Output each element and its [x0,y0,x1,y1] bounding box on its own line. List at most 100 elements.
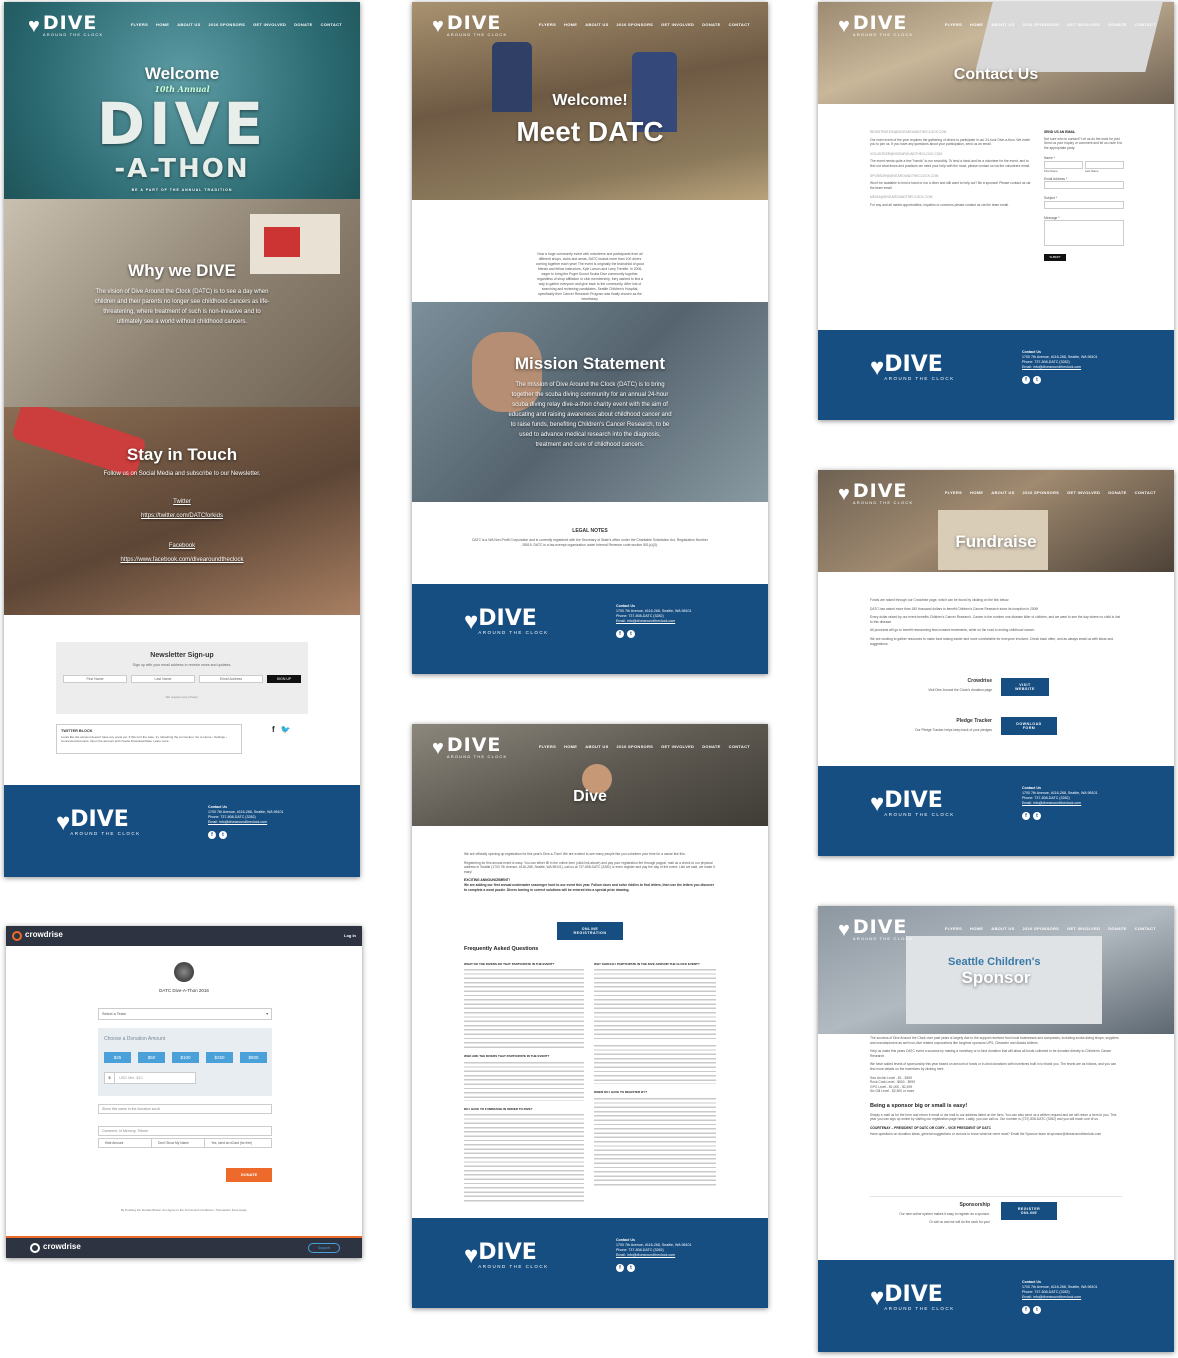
nav-about[interactable]: ABOUT US [991,22,1014,27]
nav-home[interactable]: HOME [156,22,169,27]
amount-button[interactable]: $500 [240,1052,267,1063]
nav-contact[interactable]: CONTACT [1135,926,1156,931]
amount-button[interactable]: $50 [138,1052,165,1063]
show-name-input[interactable]: Show this name in the donation scroll [98,1104,272,1114]
last-name-input[interactable]: Last Name [131,675,195,683]
nav-sponsors[interactable]: 2016 SPONSORS [209,22,246,27]
twitter-icon[interactable]: t [627,630,635,638]
facebook-icon[interactable]: f [616,1264,624,1272]
nav-donate[interactable]: DONATE [1108,926,1126,931]
signup-button[interactable]: SIGN UP [267,675,301,683]
dont-show-checkbox[interactable]: Don't Show My Name [152,1139,206,1147]
email-link[interactable]: Email: info@divearoundtheclock.com [1022,1295,1097,1300]
nav-contact[interactable]: CONTACT [1135,22,1156,27]
footer-logo[interactable]: ♥ DIVE AROUND THE CLOCK [870,790,955,818]
site-logo[interactable]: ♥ DIVE AROUND THE CLOCK [838,918,913,942]
nav-about[interactable]: ABOUT US [585,22,608,27]
first-name-field[interactable] [1044,160,1083,169]
support-button[interactable]: Support [308,1243,340,1253]
site-logo[interactable]: ♥ DIVE AROUND THE CLOCK [432,14,507,38]
nav-get-involved[interactable]: GET INVOLVED [661,744,694,749]
nav-home[interactable]: HOME [970,22,983,27]
last-name-field[interactable] [1085,160,1124,169]
nav-donate[interactable]: DONATE [294,22,312,27]
site-logo[interactable]: ♥ DIVE AROUND THE CLOCK [838,482,913,506]
nav-donate[interactable]: DONATE [1108,490,1126,495]
nav-home[interactable]: HOME [970,926,983,931]
nav-donate[interactable]: DONATE [1108,22,1126,27]
nav-donate[interactable]: DONATE [702,744,720,749]
footer-logo[interactable]: ♥ DIVE AROUND THE CLOCK [870,354,955,382]
nav-contact[interactable]: CONTACT [729,744,750,749]
sponsor-email[interactable]: SPONSOR@DIVEAROUNDTHECLOCK.COM [870,174,1032,179]
footer-logo[interactable]: ♥ DIVE AROUND THE CLOCK [464,1242,549,1270]
email-link[interactable]: Email: info@divearoundtheclock.com [616,1253,691,1258]
facebook-icon[interactable]: f [1022,1306,1030,1314]
nav-contact[interactable]: CONTACT [321,22,342,27]
download-form-button[interactable]: DOWNLOAD FORM [1001,717,1057,735]
facebook-icon[interactable]: f [1022,812,1030,820]
nav-sponsors[interactable]: 2016 SPONSORS [1023,22,1060,27]
facebook-icon[interactable]: f [616,630,624,638]
nav-home[interactable]: HOME [564,22,577,27]
nav-flyers[interactable]: FLYERS [945,926,962,931]
nav-get-involved[interactable]: GET INVOLVED [253,22,286,27]
twitter-icon[interactable]: t [219,831,227,839]
ecard-checkbox[interactable]: Yes, send an eCard (for free) [205,1139,271,1147]
footer-logo[interactable]: ♥ DIVE AROUND THE CLOCK [56,809,141,837]
nav-contact[interactable]: CONTACT [1135,490,1156,495]
visit-website-button[interactable]: VISIT WEBSITE [1001,678,1049,696]
nav-get-involved[interactable]: GET INVOLVED [1067,22,1100,27]
footer-logo[interactable]: ♥ DIVE AROUND THE CLOCK [464,608,549,636]
twitter-icon[interactable]: 🐦 [281,725,291,734]
nav-about[interactable]: ABOUT US [991,490,1014,495]
nav-get-involved[interactable]: GET INVOLVED [1067,490,1100,495]
email-link[interactable]: Email: info@divearoundtheclock.com [1022,801,1097,806]
nav-contact[interactable]: CONTACT [729,22,750,27]
crowdrise-logo[interactable]: crowdrise [25,930,63,939]
site-logo[interactable]: ♥ DIVE AROUND THE CLOCK [28,14,103,38]
nav-flyers[interactable]: FLYERS [539,744,556,749]
email-link[interactable]: Email: info@divearoundtheclock.com [616,619,691,624]
nav-get-involved[interactable]: GET INVOLVED [661,22,694,27]
email-input[interactable]: Email Address [199,675,263,683]
volunteer-email[interactable]: VOLUNTEER@DIVEAROUNDTHECLOCK.COM [870,152,1032,157]
facebook-link-label[interactable]: Facebook [94,541,270,551]
nav-flyers[interactable]: FLYERS [131,22,148,27]
twitter-icon[interactable]: t [1033,376,1041,384]
media-email[interactable]: MEDIA@DIVEAROUNDTHECLOCK.COM [870,195,1032,200]
nav-home[interactable]: HOME [970,490,983,495]
subject-field[interactable] [1044,200,1124,209]
facebook-icon[interactable]: f [272,725,275,734]
crowdrise-footer-logo[interactable]: crowdrise [43,1242,81,1251]
twitter-icon[interactable]: t [627,1264,635,1272]
email-field[interactable] [1044,181,1124,190]
comment-input[interactable]: Comment, In Memory, Tribute [98,1126,272,1136]
team-select[interactable]: Select a Team ▾ [98,1008,272,1020]
online-registration-button[interactable]: ONLINE REGISTRATION [557,922,623,940]
nav-sponsors[interactable]: 2016 SPONSORS [617,744,654,749]
nav-donate[interactable]: DONATE [702,22,720,27]
register-online-button[interactable]: REGISTER ONLINE [1001,1202,1057,1220]
facebook-link[interactable]: https://www.facebook.com/divearoundthecl… [44,555,320,565]
nav-about[interactable]: ABOUT US [991,926,1014,931]
site-logo[interactable]: ♥ DIVE AROUND THE CLOCK [838,14,913,38]
message-field[interactable] [1044,220,1124,247]
nav-home[interactable]: HOME [564,744,577,749]
submit-button[interactable]: SUBMIT [1044,254,1066,262]
twitter-link[interactable]: https://twitter.com/DATCforkids [44,511,320,521]
custom-amount-input[interactable]: $ USD Min. $10 [104,1072,196,1084]
email-link[interactable]: Email: info@divearoundtheclock.com [208,820,283,825]
nav-flyers[interactable]: FLYERS [945,22,962,27]
twitter-link-label[interactable]: Twitter [94,497,270,507]
nav-sponsors[interactable]: 2016 SPONSORS [617,22,654,27]
first-name-input[interactable]: First Name [63,675,127,683]
nav-about[interactable]: ABOUT US [177,22,200,27]
nav-flyers[interactable]: FLYERS [945,490,962,495]
nav-get-involved[interactable]: GET INVOLVED [1067,926,1100,931]
nav-about[interactable]: ABOUT US [585,744,608,749]
site-logo[interactable]: ♥ DIVE AROUND THE CLOCK [432,736,507,760]
twitter-icon[interactable]: t [1033,812,1041,820]
amount-button[interactable]: $250 [206,1052,233,1063]
registration-email[interactable]: REGISTRATION@DIVEAROUNDTHECLOCK.COM [870,130,1032,135]
